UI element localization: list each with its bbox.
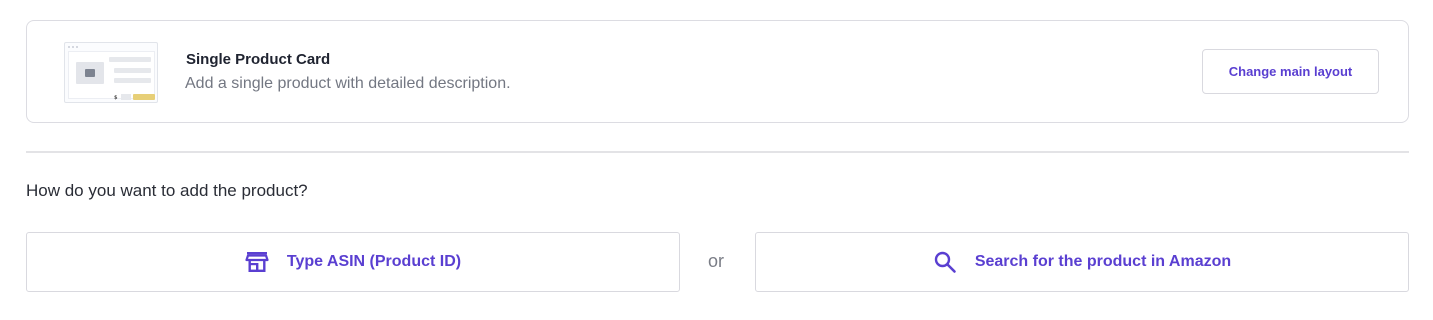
thumbnail-image-placeholder: [76, 62, 104, 84]
search-amazon-label: Search for the product in Amazon: [974, 253, 1232, 270]
section-divider: [26, 151, 1409, 153]
layout-title: Single Product Card: [186, 51, 331, 68]
change-main-layout-button[interactable]: Change main layout: [1202, 49, 1379, 94]
thumbnail-buy-button: [133, 94, 155, 100]
thumbnail-line: [114, 78, 151, 83]
thumbnail-line: [109, 57, 151, 62]
store-icon: [245, 251, 269, 273]
thumbnail-price: $: [114, 95, 118, 101]
search-icon: [933, 250, 957, 274]
add-product-question: How do you want to add the product?: [26, 181, 308, 200]
type-asin-label: Type ASIN (Product ID): [286, 253, 462, 270]
search-amazon-button[interactable]: Search for the product in Amazon: [755, 232, 1409, 292]
thumbnail-window-dots: [68, 46, 78, 48]
image-icon: [85, 69, 95, 77]
thumbnail-qty: [121, 94, 131, 100]
layout-card: $ Single Product Card Add a single produ…: [26, 20, 1409, 123]
layout-thumbnail: $: [64, 42, 158, 103]
layout-description: Add a single product with detailed descr…: [185, 75, 511, 92]
thumbnail-line: [114, 68, 151, 73]
type-asin-button[interactable]: Type ASIN (Product ID): [26, 232, 680, 292]
or-separator: or: [708, 251, 725, 271]
thumbnail-frame: $: [68, 51, 155, 101]
